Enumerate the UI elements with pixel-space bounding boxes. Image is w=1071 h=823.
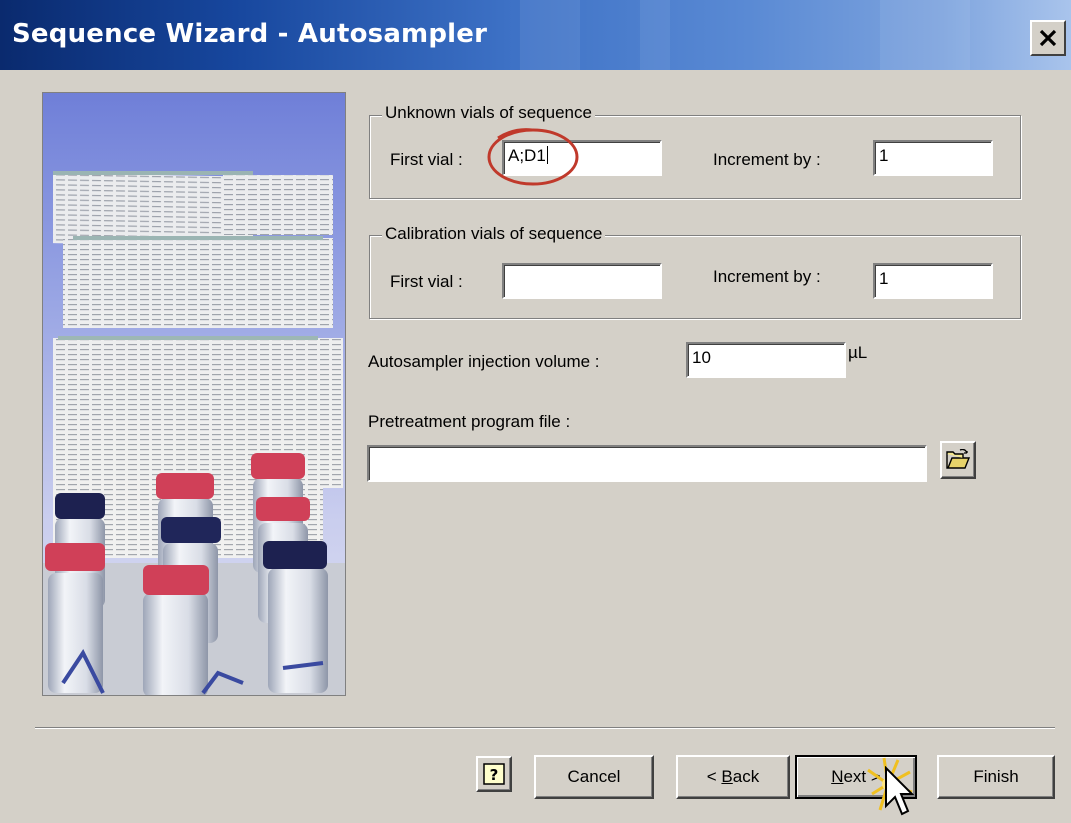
wizard-side-image: [42, 92, 346, 696]
finish-button[interactable]: Finish: [937, 755, 1055, 799]
browse-folder-button[interactable]: [940, 441, 976, 479]
calibration-vials-legend: Calibration vials of sequence: [382, 224, 606, 244]
highlight-circle: [487, 128, 579, 186]
vials-illustration: [43, 93, 345, 695]
back-prefix: <: [706, 767, 722, 786]
vial: [263, 541, 328, 693]
calibration-first-vial-label: First vial :: [390, 272, 463, 291]
help-button[interactable]: ?: [476, 756, 512, 792]
vial: [45, 543, 105, 693]
svg-text:?: ?: [490, 766, 499, 784]
unknown-vials-legend: Unknown vials of sequence: [382, 103, 595, 123]
finish-label: Finish: [973, 767, 1019, 786]
cancel-button[interactable]: Cancel: [534, 755, 654, 799]
next-mnemonic: N: [831, 767, 844, 786]
back-button[interactable]: < Back: [676, 755, 790, 799]
injection-volume-input[interactable]: 10: [686, 342, 846, 378]
close-icon: [1039, 29, 1057, 47]
title-bar-band: [640, 0, 670, 70]
mouse-cursor-icon: [885, 766, 914, 816]
injection-volume-unit: µL: [848, 343, 868, 362]
title-bar-band: [520, 0, 580, 70]
button-separator: [35, 727, 1055, 729]
back-mnemonic: B: [721, 767, 733, 786]
injection-volume-label: Autosampler injection volume :: [368, 352, 600, 371]
vial: [143, 565, 209, 695]
unknown-increment-input[interactable]: 1: [873, 140, 993, 176]
cancel-label: Cancel: [567, 767, 621, 786]
calibration-increment-input[interactable]: 1: [873, 263, 993, 299]
calibration-first-vial-input[interactable]: [502, 263, 662, 299]
title-bar: Sequence Wizard - Autosampler: [0, 0, 1071, 70]
calibration-increment-label: Increment by :: [713, 267, 821, 286]
close-button[interactable]: [1030, 20, 1066, 56]
title-bar-band: [880, 0, 970, 70]
window-title: Sequence Wizard - Autosampler: [12, 19, 488, 49]
unknown-first-vial-label: First vial :: [390, 150, 463, 169]
unknown-increment-label: Increment by :: [713, 150, 821, 169]
open-folder-icon: [946, 449, 971, 469]
sequence-wizard-window: Sequence Wizard - Autosampler Unknown vi…: [0, 0, 1071, 823]
help-icon: ?: [483, 763, 505, 785]
back-rest: ack: [732, 767, 760, 786]
pretreatment-file-input[interactable]: [367, 445, 927, 482]
pretreatment-label: Pretreatment program file :: [368, 412, 571, 431]
